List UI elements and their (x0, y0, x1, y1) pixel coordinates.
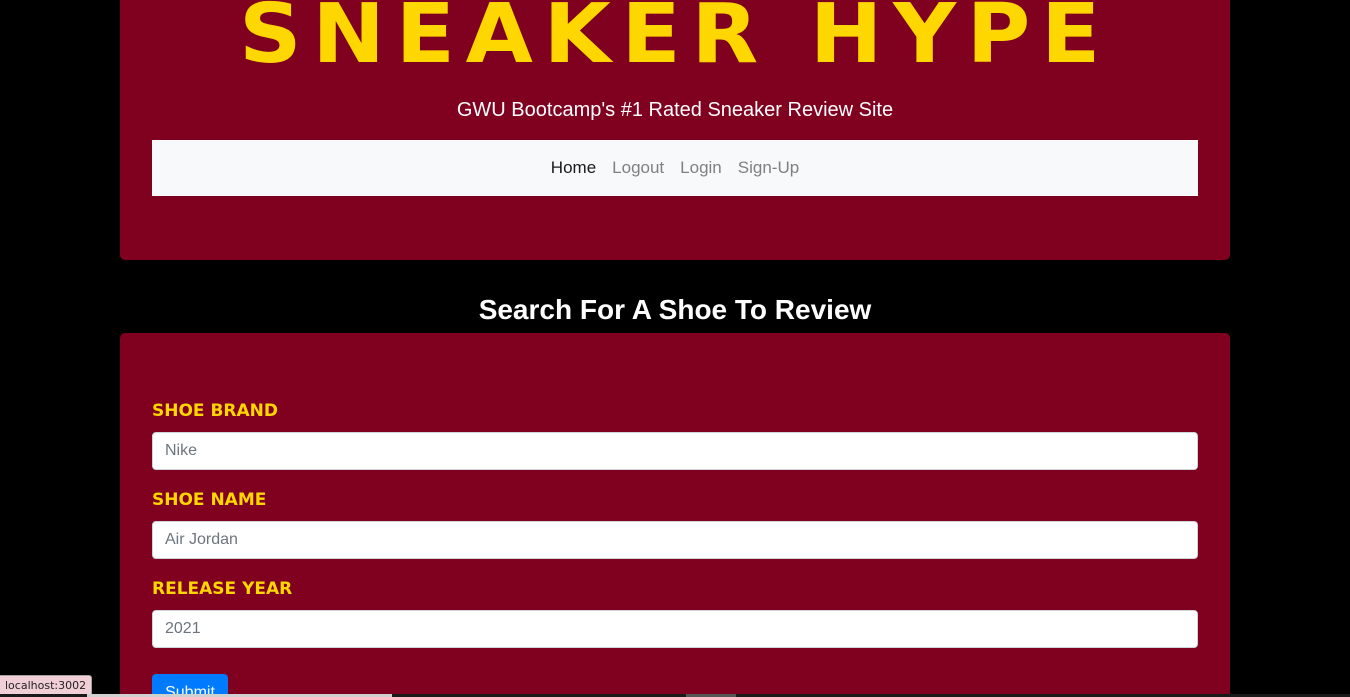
shoe-brand-input[interactable] (152, 432, 1198, 470)
shoe-name-input[interactable] (152, 521, 1198, 559)
shoe-brand-label: SHOE BRAND (152, 401, 278, 421)
search-heading: Search For A Shoe To Review (478, 294, 872, 325)
search-form: SHOE BRAND SHOE NAME RELEASE YEAR Submit (120, 333, 1230, 697)
navbar: Home Logout Login Sign-Up (152, 140, 1198, 196)
nav-link-logout[interactable]: Logout (612, 158, 664, 178)
shoe-name-label: SHOE NAME (152, 490, 267, 510)
nav-link-signup[interactable]: Sign-Up (738, 158, 799, 178)
page: SNEAKER HYPE GWU Bootcamp's #1 Rated Sne… (0, 0, 1350, 697)
release-year-label: RELEASE YEAR (152, 579, 293, 599)
hero-banner: SNEAKER HYPE GWU Bootcamp's #1 Rated Sne… (120, 0, 1230, 260)
site-tagline: GWU Bootcamp's #1 Rated Sneaker Review S… (456, 99, 894, 121)
nav-link-home[interactable]: Home (551, 158, 596, 178)
release-year-input[interactable] (152, 610, 1198, 648)
site-title: SNEAKER HYPE (239, 0, 1111, 82)
nav-link-login[interactable]: Login (680, 158, 722, 178)
